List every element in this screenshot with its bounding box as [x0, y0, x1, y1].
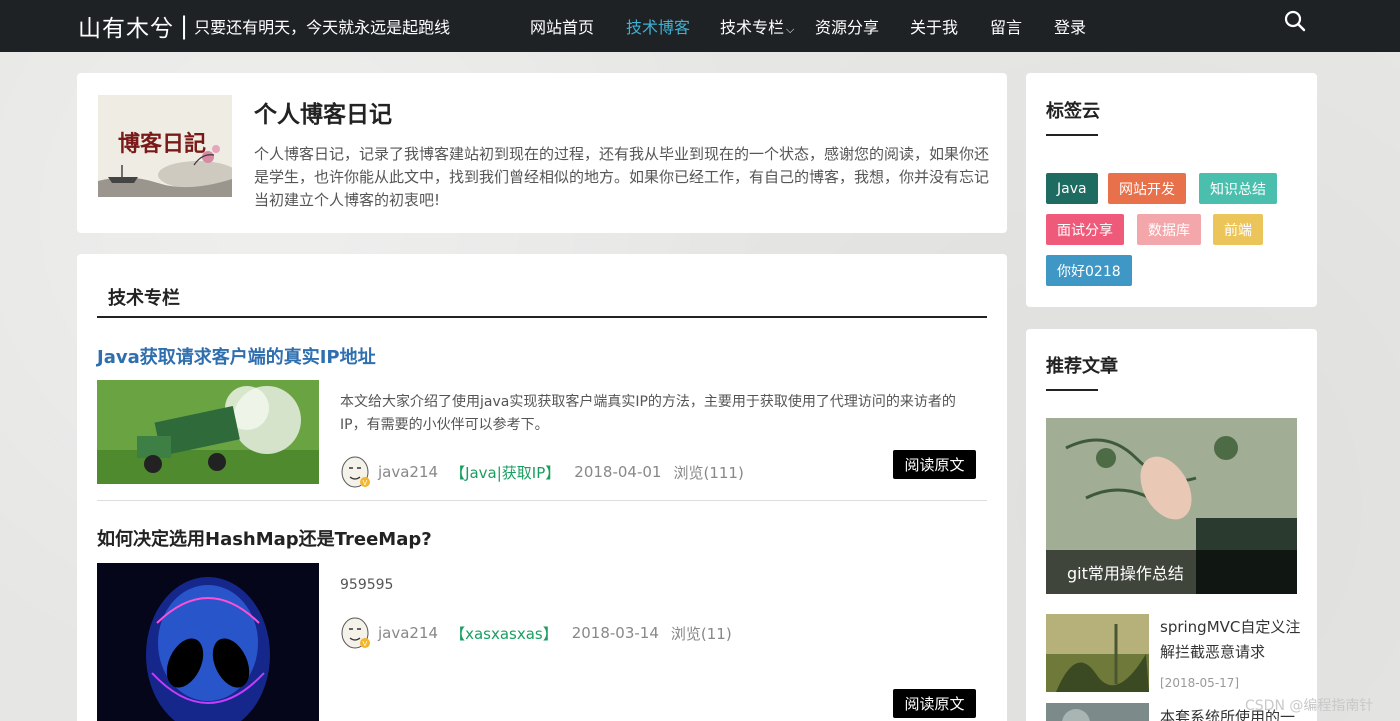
post-date: 2018-03-14	[571, 624, 659, 642]
post-author[interactable]: java214	[378, 624, 438, 642]
nav-about[interactable]: 关于我	[910, 14, 958, 38]
svg-text:博客日記: 博客日記	[118, 131, 206, 157]
logo-separator: |	[180, 12, 189, 40]
csdn-watermark: CSDN @编程指南针	[1245, 698, 1374, 714]
post-separator	[97, 500, 987, 501]
tag-frontend[interactable]: 前端	[1213, 214, 1263, 245]
blog-diary-image: 博客日記	[98, 95, 232, 197]
post-tag[interactable]: 【xasxasxas】	[450, 623, 558, 644]
post-meta: V java214 【Java|获取IP】 2018-04-01 浏览(111)	[340, 454, 744, 490]
tech-column-card: 技术专栏 Java获取请求客户端的真实IP地址 本文给大家介绍了使用java实现…	[77, 254, 1007, 721]
tag-interview[interactable]: 面试分享	[1046, 214, 1124, 245]
recommended-hero[interactable]: git常用操作总结	[1046, 418, 1297, 594]
post-summary: 本文给大家介绍了使用java实现获取客户端真实IP的方法，主要用于获取使用了代理…	[340, 394, 956, 433]
column-divider	[97, 316, 987, 318]
post-views: 浏览(111)	[673, 463, 744, 482]
post-thumbnail[interactable]	[97, 380, 319, 484]
recommended-divider	[1046, 389, 1098, 391]
post-title-link[interactable]: 如何决定选用HashMap还是TreeMap?	[97, 525, 432, 551]
intro-title: 个人博客日记	[254, 102, 392, 128]
hero-caption: git常用操作总结	[1046, 550, 1297, 594]
nav-tech-blog[interactable]: 技术博客	[626, 14, 690, 38]
recommended-title: 推荐文章	[1046, 356, 1118, 377]
post-date: 2018-04-01	[574, 463, 662, 481]
tag-hello[interactable]: 你好0218	[1046, 255, 1132, 286]
nav-home[interactable]: 网站首页	[530, 14, 594, 38]
post-title-link[interactable]: Java获取请求客户端的真实IP地址	[97, 343, 376, 369]
site-motto: 只要还有明天，今天就永远是起跑线	[194, 18, 451, 37]
tag-cloud-title: 标签云	[1046, 101, 1100, 122]
site-logo[interactable]: 山有木兮 | 只要还有明天，今天就永远是起跑线	[78, 10, 450, 42]
post-meta: V java214 【xasxasxas】 2018-03-14 浏览(11)	[340, 615, 732, 651]
tag-database[interactable]: 数据库	[1137, 214, 1201, 245]
svg-text:V: V	[363, 479, 368, 487]
site-name: 山有木兮	[78, 16, 174, 42]
intro-text: 个人博客日记，记录了我博客建站初到现在的过程，还有我从毕业到现在的一个状态，感谢…	[254, 145, 990, 209]
top-navbar: 山有木兮 | 只要还有明天，今天就永远是起跑线 网站首页 技术博客 技术专栏 ⌵ …	[0, 0, 1400, 52]
recommended-item-title[interactable]: springMVC自定义注解拦截恶意请求	[1160, 615, 1302, 665]
post-summary: 959595	[340, 577, 394, 593]
nav-resources[interactable]: 资源分享	[815, 14, 879, 38]
author-avatar-icon: V	[341, 617, 370, 649]
post-author[interactable]: java214	[378, 463, 438, 481]
post-views: 浏览(11)	[670, 624, 732, 643]
tag-knowledge[interactable]: 知识总结	[1199, 173, 1277, 204]
post-tag[interactable]: 【Java|获取IP】	[450, 462, 560, 483]
author-avatar-icon: V	[341, 456, 370, 488]
nav-login[interactable]: 登录	[1054, 14, 1086, 38]
nav-message[interactable]: 留言	[990, 14, 1022, 38]
column-title: 技术专栏	[108, 288, 180, 309]
nav-tech-column-label: 技术专栏	[720, 18, 785, 37]
tag-web-dev[interactable]: 网站开发	[1108, 173, 1186, 204]
read-more-button[interactable]: 阅读原文	[893, 450, 976, 479]
chevron-down-icon: ⌵	[786, 23, 795, 36]
recommended-item-date: [2018-05-17]	[1160, 676, 1240, 690]
recommended-thumbnail[interactable]	[1046, 703, 1149, 721]
tag-cloud-card: 标签云 Java 网站开发 知识总结 面试分享 数据库 前端 你好0218	[1026, 73, 1317, 307]
recommended-thumbnail[interactable]	[1046, 614, 1149, 692]
search-icon[interactable]	[1284, 10, 1306, 32]
read-more-button[interactable]: 阅读原文	[893, 689, 976, 718]
intro-card: 博客日記 个人博客日记 个人博客日记，记录了我博客建站初到现在的过程，还有我从毕…	[77, 73, 1007, 233]
post-thumbnail[interactable]	[97, 563, 319, 721]
tag-java[interactable]: Java	[1046, 173, 1098, 204]
nav-tech-column[interactable]: 技术专栏 ⌵	[720, 14, 794, 38]
tag-cloud-divider	[1046, 134, 1098, 136]
svg-text:V: V	[363, 640, 368, 648]
recommended-card: 推荐文章 git常用操作总结 springMVC自定义注解拦截恶意请求 [201…	[1026, 329, 1317, 721]
